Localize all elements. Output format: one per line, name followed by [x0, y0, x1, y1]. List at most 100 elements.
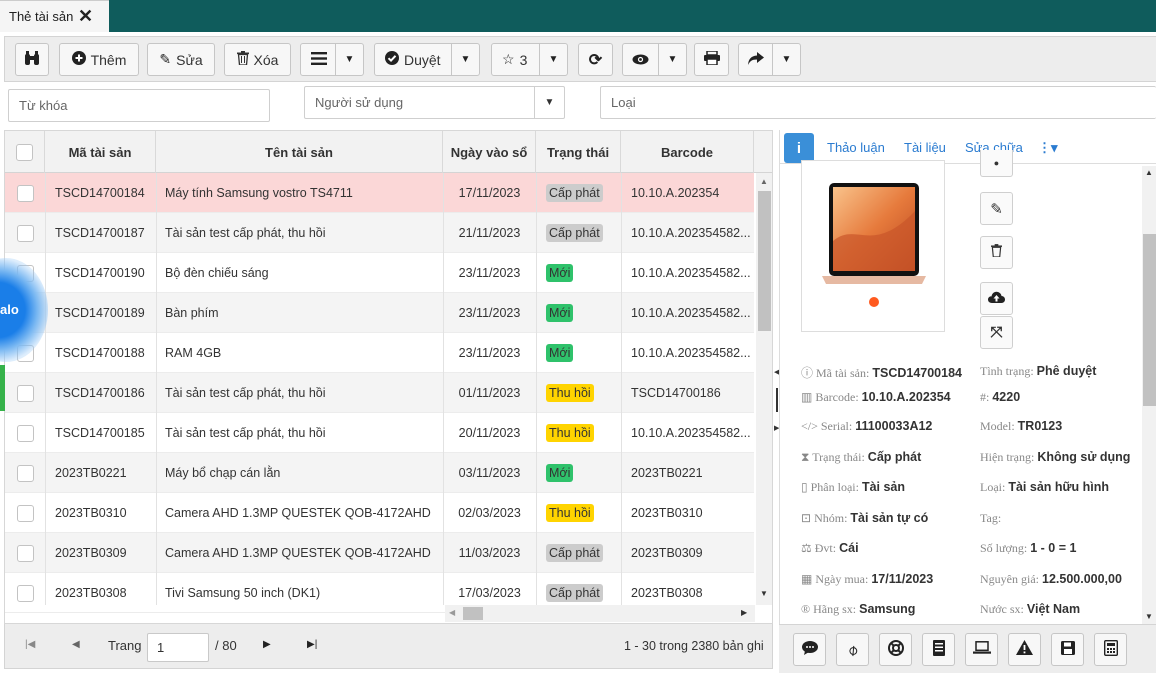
tab-documents[interactable]: Tài liệu [904, 140, 946, 155]
type-select[interactable]: Loại [600, 86, 1156, 119]
row-checkbox[interactable] [16, 544, 34, 562]
print-button[interactable] [694, 43, 729, 76]
delete-image-button[interactable] [980, 236, 1013, 269]
camera-button[interactable]: ● [980, 150, 1013, 177]
attachment-button[interactable]: ⌀ [836, 633, 869, 666]
chevron-down-icon[interactable]: ▼ [772, 44, 800, 75]
share-button[interactable]: ▼ [738, 43, 801, 76]
document-button[interactable] [922, 633, 955, 666]
select-all-checkbox[interactable] [16, 143, 33, 161]
table-row[interactable]: TSCD14700189 Bàn phím 23/11/2023 Mới 10.10.A… [5, 293, 754, 333]
header-name[interactable]: Tên tài sản [156, 131, 443, 173]
status-badge: Cấp phát [546, 544, 603, 562]
header-status[interactable]: Trạng thái [536, 131, 621, 173]
cell-status: Mới [546, 253, 621, 293]
user-select[interactable]: Người sử dụng ▼ [304, 86, 565, 119]
tab-discussion[interactable]: Thảo luận [827, 140, 885, 155]
scroll-thumb[interactable] [1143, 234, 1156, 406]
calculator-button[interactable] [1094, 633, 1127, 666]
detail-scrollbar[interactable]: ▲ ▼ [1142, 166, 1156, 624]
support-button[interactable] [879, 633, 912, 666]
cell-name: Bộ đèn chiếu sáng [165, 266, 269, 280]
table-row[interactable]: TSCD14700188 RAM 4GB 23/11/2023 Mới 10.10.A.… [5, 333, 754, 373]
side-widget-tab[interactable] [0, 365, 5, 411]
more-options-icon[interactable]: ⋮▾ [1038, 140, 1058, 156]
scroll-right-icon[interactable]: ▶ [741, 608, 747, 617]
cell-barcode: 10.10.A.202354582... [631, 226, 751, 240]
table-row[interactable]: TSCD14700185 Tài sản test cấp phát, thu h… [5, 413, 754, 453]
last-page-icon[interactable]: ▶| [307, 639, 317, 650]
grid-horizontal-scrollbar[interactable]: ◀ ▶ [445, 605, 755, 622]
scroll-up-icon[interactable]: ▲ [1145, 168, 1153, 177]
group-icon: ⊡ [801, 511, 812, 525]
table-row[interactable]: 2023TB0310 Camera AHD 1.3MP QUESTEK QOB-4… [5, 493, 754, 533]
cell-name: Tài sản test cấp phát, thu hồi [165, 426, 326, 440]
table-row[interactable]: TSCD14700187 Tài sản test cấp phát, thu h… [5, 213, 754, 253]
row-checkbox[interactable] [16, 504, 34, 522]
delete-button[interactable]: Xóa [224, 43, 291, 76]
laptop-button[interactable] [965, 633, 998, 666]
edit-image-button[interactable]: ✎ [980, 192, 1013, 225]
cell-code: TSCD14700188 [55, 346, 145, 360]
first-page-icon[interactable]: |◀ [25, 639, 35, 650]
keyword-input[interactable]: Từ khóa [8, 89, 270, 122]
cell-barcode: 10.10.A.202354582... [631, 306, 751, 320]
info-icon[interactable]: i [784, 133, 814, 163]
scroll-down-icon[interactable]: ▼ [760, 589, 768, 598]
prop-class: ▯ Phân loại: Tài sản [801, 480, 906, 494]
view-button[interactable]: ▼ [622, 43, 687, 76]
binoculars-icon [24, 50, 40, 69]
hourglass-icon: ⧗ [801, 450, 810, 464]
fullscreen-button[interactable]: ⤧ [980, 316, 1013, 349]
prev-page-icon[interactable]: ◀ [72, 639, 80, 650]
table-row[interactable]: TSCD14700184 Máy tính Samsung vostro TS47… [5, 173, 754, 213]
splitter-handle[interactable] [776, 388, 778, 412]
scroll-up-icon[interactable]: ▲ [760, 177, 768, 186]
scroll-left-icon[interactable]: ◀ [449, 608, 455, 617]
chevron-down-icon[interactable]: ▼ [335, 44, 363, 75]
pager: |◀ ◀ Trang 1 / 80 ▶ ▶| 1 - 30 trong 2380… [4, 624, 773, 669]
table-row[interactable]: TSCD14700190 Bộ đèn chiếu sáng 23/11/2023 M… [5, 253, 754, 293]
scroll-down-icon[interactable]: ▼ [1145, 612, 1153, 621]
header-barcode[interactable]: Barcode [621, 131, 754, 173]
upload-image-button[interactable] [980, 282, 1013, 315]
status-badge: Mới [546, 464, 574, 482]
table-row[interactable]: TSCD14700186 Tài sản test cấp phát, thu h… [5, 373, 754, 413]
status-badge: Cấp phát [546, 224, 603, 242]
row-checkbox[interactable] [16, 584, 34, 602]
edit-button[interactable]: ✎ Sửa [147, 43, 215, 76]
approve-button[interactable]: Duyệt ▼ [374, 43, 480, 76]
tab-asset-card[interactable]: Thẻ tài sản ✕ [0, 0, 109, 32]
refresh-button[interactable]: ⟳ [578, 43, 613, 76]
row-checkbox[interactable] [16, 464, 34, 482]
chevron-down-icon[interactable]: ▼ [534, 87, 564, 118]
add-button[interactable]: Thêm [59, 43, 139, 76]
grid-vertical-scrollbar[interactable]: ▲ ▼ [756, 173, 772, 605]
chevron-down-icon[interactable]: ▼ [658, 44, 686, 75]
row-checkbox[interactable] [16, 224, 34, 242]
rating-button[interactable]: ☆ 3 ▼ [491, 43, 568, 76]
table-row[interactable]: 2023TB0309 Camera AHD 1.3MP QUESTEK QOB-4… [5, 533, 754, 573]
binoculars-button[interactable] [15, 43, 49, 76]
row-checkbox[interactable] [16, 184, 34, 202]
scroll-thumb[interactable] [463, 607, 483, 620]
cell-name: Camera AHD 1.3MP QUESTEK QOB-4172AHD [165, 546, 431, 560]
header-date[interactable]: Ngày vào sổ [443, 131, 536, 173]
comment-button[interactable] [793, 633, 826, 666]
column-divider [443, 173, 444, 605]
menu-dropdown-button[interactable]: ▼ [300, 43, 364, 76]
asset-image [801, 160, 945, 332]
close-icon[interactable]: ✕ [78, 7, 93, 25]
table-row[interactable]: 2023TB0221 Máy bổ chạp cán lằn 03/11/2023 M… [5, 453, 754, 493]
header-code[interactable]: Mã tài sản [45, 131, 156, 173]
warning-button[interactable] [1008, 633, 1041, 666]
save-button[interactable] [1051, 633, 1084, 666]
page-input[interactable]: 1 [147, 633, 209, 662]
next-page-icon[interactable]: ▶ [263, 639, 271, 650]
chevron-down-icon[interactable]: ▼ [451, 44, 479, 75]
status-badge: Thu hồi [546, 384, 594, 402]
chevron-down-icon[interactable]: ▼ [539, 44, 567, 75]
scroll-thumb[interactable] [758, 191, 771, 331]
row-checkbox[interactable] [16, 384, 34, 402]
row-checkbox[interactable] [16, 424, 34, 442]
